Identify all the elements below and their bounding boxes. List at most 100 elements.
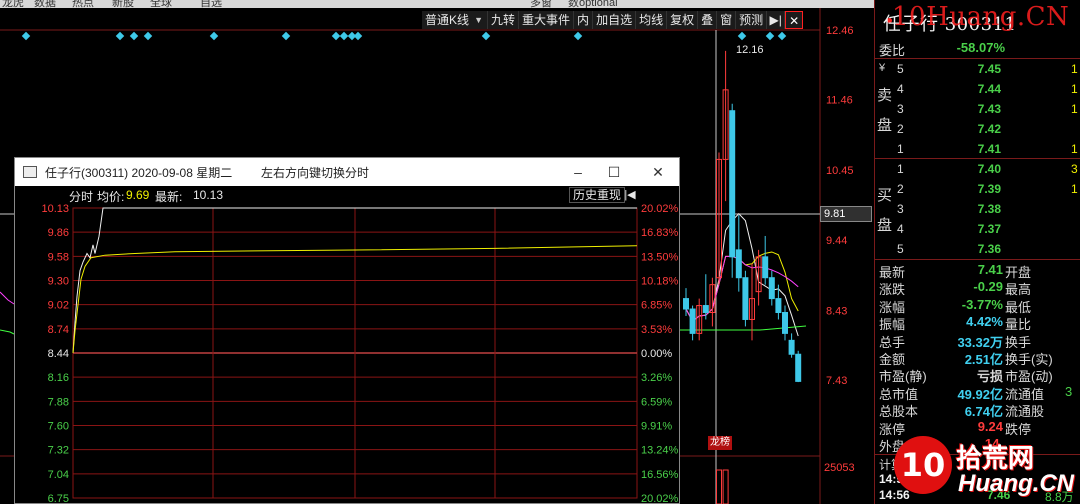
- price-tick-label: 9.86: [48, 227, 69, 239]
- percent-tick-label: 20.02%: [641, 204, 679, 215]
- toolbar-button[interactable]: 预测: [736, 11, 768, 29]
- toolbar-button[interactable]: 叠: [698, 11, 718, 29]
- event-diamond-icon: [353, 31, 363, 41]
- maximize-icon[interactable]: ☐: [599, 162, 629, 182]
- weibi-value: -58.07%: [956, 40, 1005, 55]
- quote-label: 涨跌: [879, 282, 906, 298]
- close-icon[interactable]: ✕: [643, 162, 673, 182]
- volume-bars: [716, 469, 729, 504]
- app-icon: [23, 166, 37, 178]
- price-tick-label: 8.16: [48, 372, 69, 384]
- event-diamond-icon: [765, 31, 775, 41]
- sell-level-row[interactable]: 4 7.44 1: [875, 80, 1080, 100]
- level-volume: 1: [1071, 102, 1078, 116]
- quote-value: 6.74亿: [964, 404, 1003, 420]
- minimize-icon[interactable]: –: [563, 162, 593, 182]
- popup-hint: 左右方向键切换分时: [261, 166, 370, 180]
- quote-row: 金额 2.51亿 换手(实): [875, 349, 1080, 367]
- quote-label: 换手: [1005, 334, 1032, 350]
- level-price: 7.43: [977, 102, 1001, 116]
- quote-label: 金额: [879, 352, 906, 367]
- candle-body: [689, 308, 696, 334]
- quote-label: 流通股: [1005, 404, 1045, 420]
- intraday-chart[interactable]: 10.13 20.02% 9.86 16.83% 9.58 13.50% 9.30 10.18…: [15, 204, 679, 504]
- level-volume: 1: [1071, 142, 1078, 156]
- toolbar-button[interactable]: 九转: [488, 11, 520, 29]
- intraday-popup-window[interactable]: 任子行(300311) 2020-09-08 星期二 左右方向键切换分时 – ☐…: [14, 157, 680, 504]
- toolbar-button[interactable]: 加自选: [593, 11, 637, 29]
- event-markers[interactable]: [21, 31, 787, 41]
- level-number: 3: [897, 202, 904, 216]
- level-price: 7.36: [977, 242, 1001, 256]
- expand-icon[interactable]: ▶|: [767, 11, 786, 29]
- sell-level-row[interactable]: 5 7.45 1: [875, 60, 1080, 80]
- toolbar-button[interactable]: 均线: [636, 11, 668, 29]
- quote-row: 涨跌 -0.29 最高: [875, 279, 1080, 298]
- price-tick-label: 10.45: [826, 165, 854, 177]
- peak-price-label: 12.16: [736, 44, 764, 56]
- quote-value: -3.77%: [961, 296, 1003, 312]
- quote-panel: 任子行 300311 委比 -58.07% 卖 盘 ¥ 5 7.45 1 4 7.44 1…: [874, 0, 1080, 504]
- quote-label: 涨幅: [879, 299, 906, 315]
- percent-tick-label: 3.26%: [641, 372, 672, 384]
- quote-label: 最低: [1005, 299, 1032, 315]
- percent-tick-label: 13.24%: [641, 445, 679, 457]
- level-price: 7.45: [977, 62, 1001, 76]
- candle-body: [775, 298, 782, 314]
- level-number: 4: [897, 222, 904, 236]
- candle-body: [702, 305, 709, 314]
- site-logo: 10 拾荒网 Huang.CN: [892, 434, 1078, 502]
- candle-body: [788, 339, 795, 355]
- history-replay-button[interactable]: 历史重现: [569, 187, 626, 203]
- logo-en-text: Huang.CN: [958, 470, 1074, 497]
- price-tick-label: 8.74: [48, 324, 69, 336]
- quote-label: 总手: [879, 334, 906, 350]
- event-diamond-icon: [737, 31, 747, 41]
- close-icon[interactable]: ✕: [785, 11, 804, 29]
- quote-value: 亏损: [976, 369, 1003, 385]
- candle-body: [768, 277, 775, 300]
- percent-tick-label: 13.50%: [641, 251, 679, 263]
- avg-price-label: 均价:: [97, 190, 125, 204]
- level-number: 3: [897, 102, 904, 116]
- event-diamond-icon: [777, 31, 787, 41]
- level-volume: 1: [1071, 82, 1078, 96]
- popup-titlebar[interactable]: 任子行(300311) 2020-09-08 星期二 左右方向键切换分时 – ☐…: [15, 158, 679, 186]
- intraday-grid: [72, 207, 638, 499]
- toolbar-button[interactable]: 内: [574, 11, 594, 29]
- level-number: 5: [897, 242, 904, 256]
- buy-level-row[interactable]: 4 7.37: [875, 220, 1080, 240]
- level-price: 7.42: [977, 122, 1001, 136]
- dragon-tiger-badge[interactable]: 龙榜: [708, 436, 732, 450]
- kline-toolbar: 普通K线 九转 重大事件 内 加自选 均线 复权 叠 窗 预测 ▶| ✕: [422, 11, 804, 29]
- quote-value: 2.51亿: [964, 352, 1003, 367]
- quote-value: 9.24: [977, 418, 1003, 434]
- toolbar-button[interactable]: 复权: [667, 11, 699, 29]
- sell-level-row[interactable]: 3 7.43 1: [875, 100, 1080, 120]
- event-diamond-icon: [115, 31, 125, 41]
- level-number: 5: [897, 62, 904, 76]
- buy-level-row[interactable]: 3 7.38: [875, 200, 1080, 220]
- toolbar-button[interactable]: 重大事件: [519, 11, 575, 29]
- buy-level-row[interactable]: 2 7.39 1: [875, 180, 1080, 200]
- buy-level-row[interactable]: 1 7.40 3: [875, 160, 1080, 180]
- quote-row: 涨幅 -3.77% 最低: [875, 296, 1080, 315]
- skip-back-icon[interactable]: |◀: [621, 187, 639, 203]
- candle-body: [683, 298, 689, 310]
- weibi-row: 委比 -58.07%: [875, 40, 1080, 58]
- volume-axis-label: 25053: [824, 462, 855, 474]
- level-volume: 1: [1071, 62, 1078, 76]
- kline-type-select[interactable]: 普通K线: [422, 11, 489, 29]
- toolbar-button[interactable]: 窗: [717, 11, 737, 29]
- price-tick-label: 9.02: [48, 300, 69, 312]
- sell-level-row[interactable]: 2 7.42: [875, 120, 1080, 140]
- event-diamond-icon: [21, 31, 31, 41]
- percent-tick-label: 16.56%: [641, 469, 679, 481]
- percent-tick-label: 6.85%: [641, 300, 672, 312]
- level-volume: 1: [1071, 182, 1078, 196]
- price-tick-label: 11.46: [826, 95, 853, 107]
- buy-level-row[interactable]: 5 7.36: [875, 240, 1080, 260]
- crosshair-price-label: 9.81: [820, 206, 872, 222]
- sell-level-row[interactable]: 1 7.41 1: [875, 140, 1080, 160]
- quote-value: 3: [1065, 383, 1073, 399]
